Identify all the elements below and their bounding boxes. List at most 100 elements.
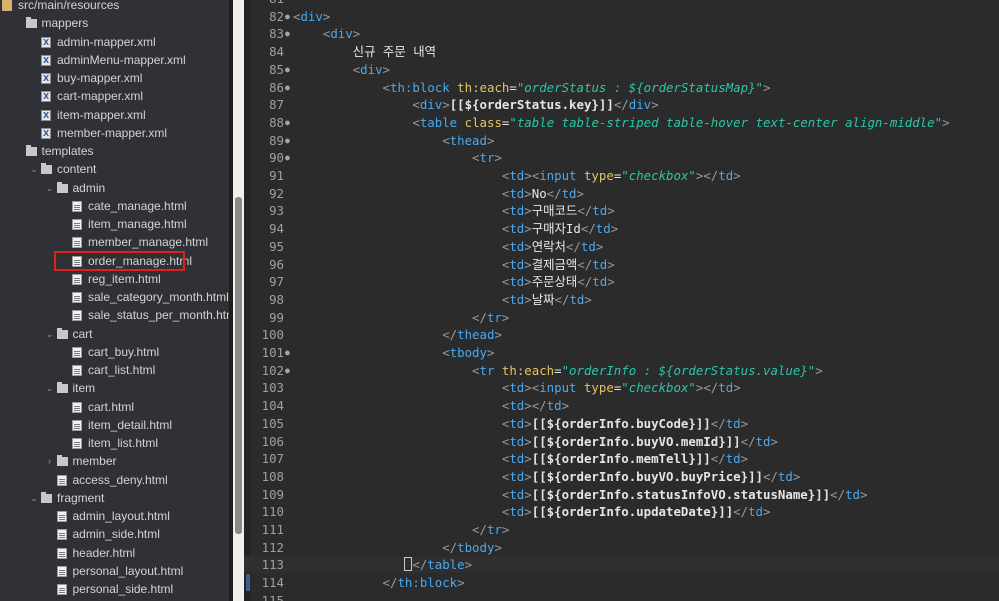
code-line[interactable]: 100 </thead> — [244, 326, 999, 343]
tree-item[interactable]: ⌄ content — [0, 160, 229, 178]
html-file-icon — [72, 219, 82, 230]
tree-item[interactable]: personal_side.html — [0, 580, 229, 598]
code-line[interactable]: 114 </th:block> — [244, 574, 999, 591]
code-token: td — [725, 415, 741, 431]
tree-item[interactable]: cart_list.html — [0, 361, 229, 379]
code-line[interactable]: 110 <td>[[${orderInfo.updateDate}]]</td> — [244, 503, 999, 520]
chevron-down-icon[interactable]: ⌄ — [45, 379, 55, 397]
code-token: td — [509, 433, 525, 449]
code-line[interactable]: 92 <td>No</td> — [244, 185, 999, 202]
fold-marker-icon[interactable]: ● — [285, 25, 293, 42]
code-line[interactable]: 88 ● <table class="table table-striped ta… — [244, 114, 999, 131]
tree-item[interactable]: ⌄ cart — [0, 325, 229, 343]
fold-marker-icon[interactable]: ● — [285, 132, 293, 149]
code-line[interactable]: 107 <td>[[${orderInfo.memTell}]]</td> — [244, 450, 999, 467]
fold-marker-icon[interactable]: ● — [285, 8, 293, 25]
line-number: 101 — [261, 345, 284, 360]
tree-item[interactable]: sale_status_per_month.html — [0, 306, 229, 324]
code-line[interactable]: 105 <td>[[${orderInfo.buyCode}]]</td> — [244, 415, 999, 432]
tree-item[interactable]: access_deny.html — [0, 471, 229, 489]
code-line[interactable]: 111 </tr> — [244, 521, 999, 538]
code-line[interactable]: 95 <td>연락처</td> — [244, 238, 999, 255]
line-number: 92 — [269, 185, 284, 201]
fold-marker-icon[interactable]: ● — [285, 114, 293, 131]
code-line[interactable]: 82 ● <div> — [244, 8, 999, 25]
chevron-down-icon[interactable]: ⌄ — [29, 160, 39, 178]
explorer-scrollbar[interactable] — [233, 0, 244, 601]
fold-marker-icon[interactable]: ● — [285, 362, 293, 379]
tree-item[interactable]: cate_manage.html — [0, 197, 229, 215]
code-line[interactable]: 101 ● <tbody> — [244, 344, 999, 361]
tree-item[interactable]: admin_layout.html — [0, 507, 229, 525]
tree-item[interactable]: mappers — [0, 14, 229, 32]
code-line[interactable]: 83 ● <div> — [244, 25, 999, 42]
tree-item[interactable]: item_detail.html — [0, 416, 229, 434]
fold-marker-icon[interactable]: ● — [285, 344, 293, 361]
code-line[interactable]: 104 <td></td> — [244, 397, 999, 414]
code-line[interactable]: 81 — [244, 0, 999, 7]
tree-item[interactable]: member_manage.html — [0, 233, 229, 251]
code-line[interactable]: 102 ● <tr th:each="orderInfo : ${orderSta… — [244, 362, 999, 379]
tree-item[interactable]: ⌄ admin — [0, 179, 229, 197]
code-line[interactable]: 109 <td>[[${orderInfo.statusInfoVO.statu… — [244, 486, 999, 503]
fold-marker-icon[interactable]: ● — [285, 61, 293, 78]
tree-item[interactable]: templates — [0, 142, 229, 160]
code-line[interactable]: 113 </table> — [244, 556, 999, 574]
tree-item[interactable]: item_manage.html — [0, 215, 229, 233]
code-line[interactable]: 91 <td><input type="checkbox"></td> — [244, 167, 999, 184]
code-line[interactable]: 108 <td>[[${orderInfo.buyVO.buyPrice}]]<… — [244, 468, 999, 485]
fold-marker-icon[interactable]: ● — [285, 149, 293, 166]
tree-item[interactable]: item_list.html — [0, 434, 229, 452]
code-line[interactable]: 94 <td>구매자Id</td> — [244, 220, 999, 237]
tree-item[interactable]: ⌄ item — [0, 379, 229, 397]
tree-item[interactable]: admin_side.html — [0, 525, 229, 543]
tree-item[interactable]: member-mapper.xml — [0, 124, 229, 143]
tree-item[interactable]: › member — [0, 452, 229, 470]
tree-item[interactable]: adminMenu-mapper.xml — [0, 51, 229, 70]
code-line[interactable]: 90 ● <tr> — [244, 149, 999, 166]
tree-item[interactable]: sale_category_month.html — [0, 288, 229, 306]
tree-item[interactable]: item-mapper.xml — [0, 106, 229, 125]
code-token: > — [815, 362, 823, 378]
code-line[interactable]: 97 <td>주문상태</td> — [244, 273, 999, 290]
code-text: <div> — [293, 8, 330, 25]
chevron-down-icon[interactable]: ⌄ — [29, 489, 39, 507]
code-line[interactable]: 84 신규 주문 내역 — [244, 43, 999, 60]
line-number: 81 — [244, 0, 284, 7]
chevron-down-icon[interactable]: ⌄ — [45, 325, 55, 343]
tree-item[interactable]: cart_buy.html — [0, 343, 229, 361]
code-line[interactable]: 98 <td>날짜</td> — [244, 291, 999, 308]
code-line[interactable]: 86 ● <th:block th:each="orderStatus : ${o… — [244, 79, 999, 96]
code-line[interactable]: 115 — [244, 592, 999, 601]
code-line[interactable]: 96 <td>결제금액</td> — [244, 256, 999, 273]
code-editor[interactable]: 8182●<div>83● <div>84 신규 주문 내역85● <div>8… — [244, 0, 999, 601]
code-line[interactable]: 99 </tr> — [244, 309, 999, 326]
tree-item[interactable]: reg_item.html — [0, 270, 229, 288]
code-line[interactable]: 112 </tbody> — [244, 539, 999, 556]
code-line[interactable]: 89 ● <thead> — [244, 132, 999, 149]
code-token: td — [509, 468, 525, 484]
code-text: <td>연락처</td> — [293, 238, 603, 255]
tree-item[interactable]: buy-mapper.xml — [0, 69, 229, 88]
tree-item[interactable]: src/main/resources — [0, 0, 229, 14]
code-line[interactable]: 93 <td>구매코드</td> — [244, 202, 999, 219]
chevron-down-icon[interactable]: ⌄ — [45, 179, 55, 197]
code-token: </ — [442, 327, 458, 343]
code-line[interactable]: 106 <td>[[${orderInfo.buyVO.memId}]]</td… — [244, 433, 999, 450]
explorer-scrollbar-thumb[interactable] — [235, 197, 242, 534]
code-line[interactable]: 85 ● <div> — [244, 61, 999, 78]
line-number: 112 — [261, 539, 284, 555]
chevron-right-icon[interactable]: › — [45, 452, 55, 470]
code-line[interactable]: 87 <div>[[${orderStatus.key}]]</div> — [244, 96, 999, 113]
line-number: 103 — [261, 380, 284, 396]
tree-item[interactable]: admin-mapper.xml — [0, 33, 229, 52]
code-token: = — [554, 362, 562, 378]
tree-item[interactable]: header.html — [0, 544, 229, 562]
tree-item[interactable]: cart-mapper.xml — [0, 87, 229, 106]
tree-item[interactable]: ⌄ fragment — [0, 489, 229, 507]
code-line[interactable]: 103 <td><input type="checkbox"></td> — [244, 379, 999, 396]
tree-item[interactable]: cart.html — [0, 398, 229, 416]
fold-marker-icon[interactable]: ● — [285, 79, 293, 96]
tree-item[interactable]: personal_layout.html — [0, 562, 229, 580]
